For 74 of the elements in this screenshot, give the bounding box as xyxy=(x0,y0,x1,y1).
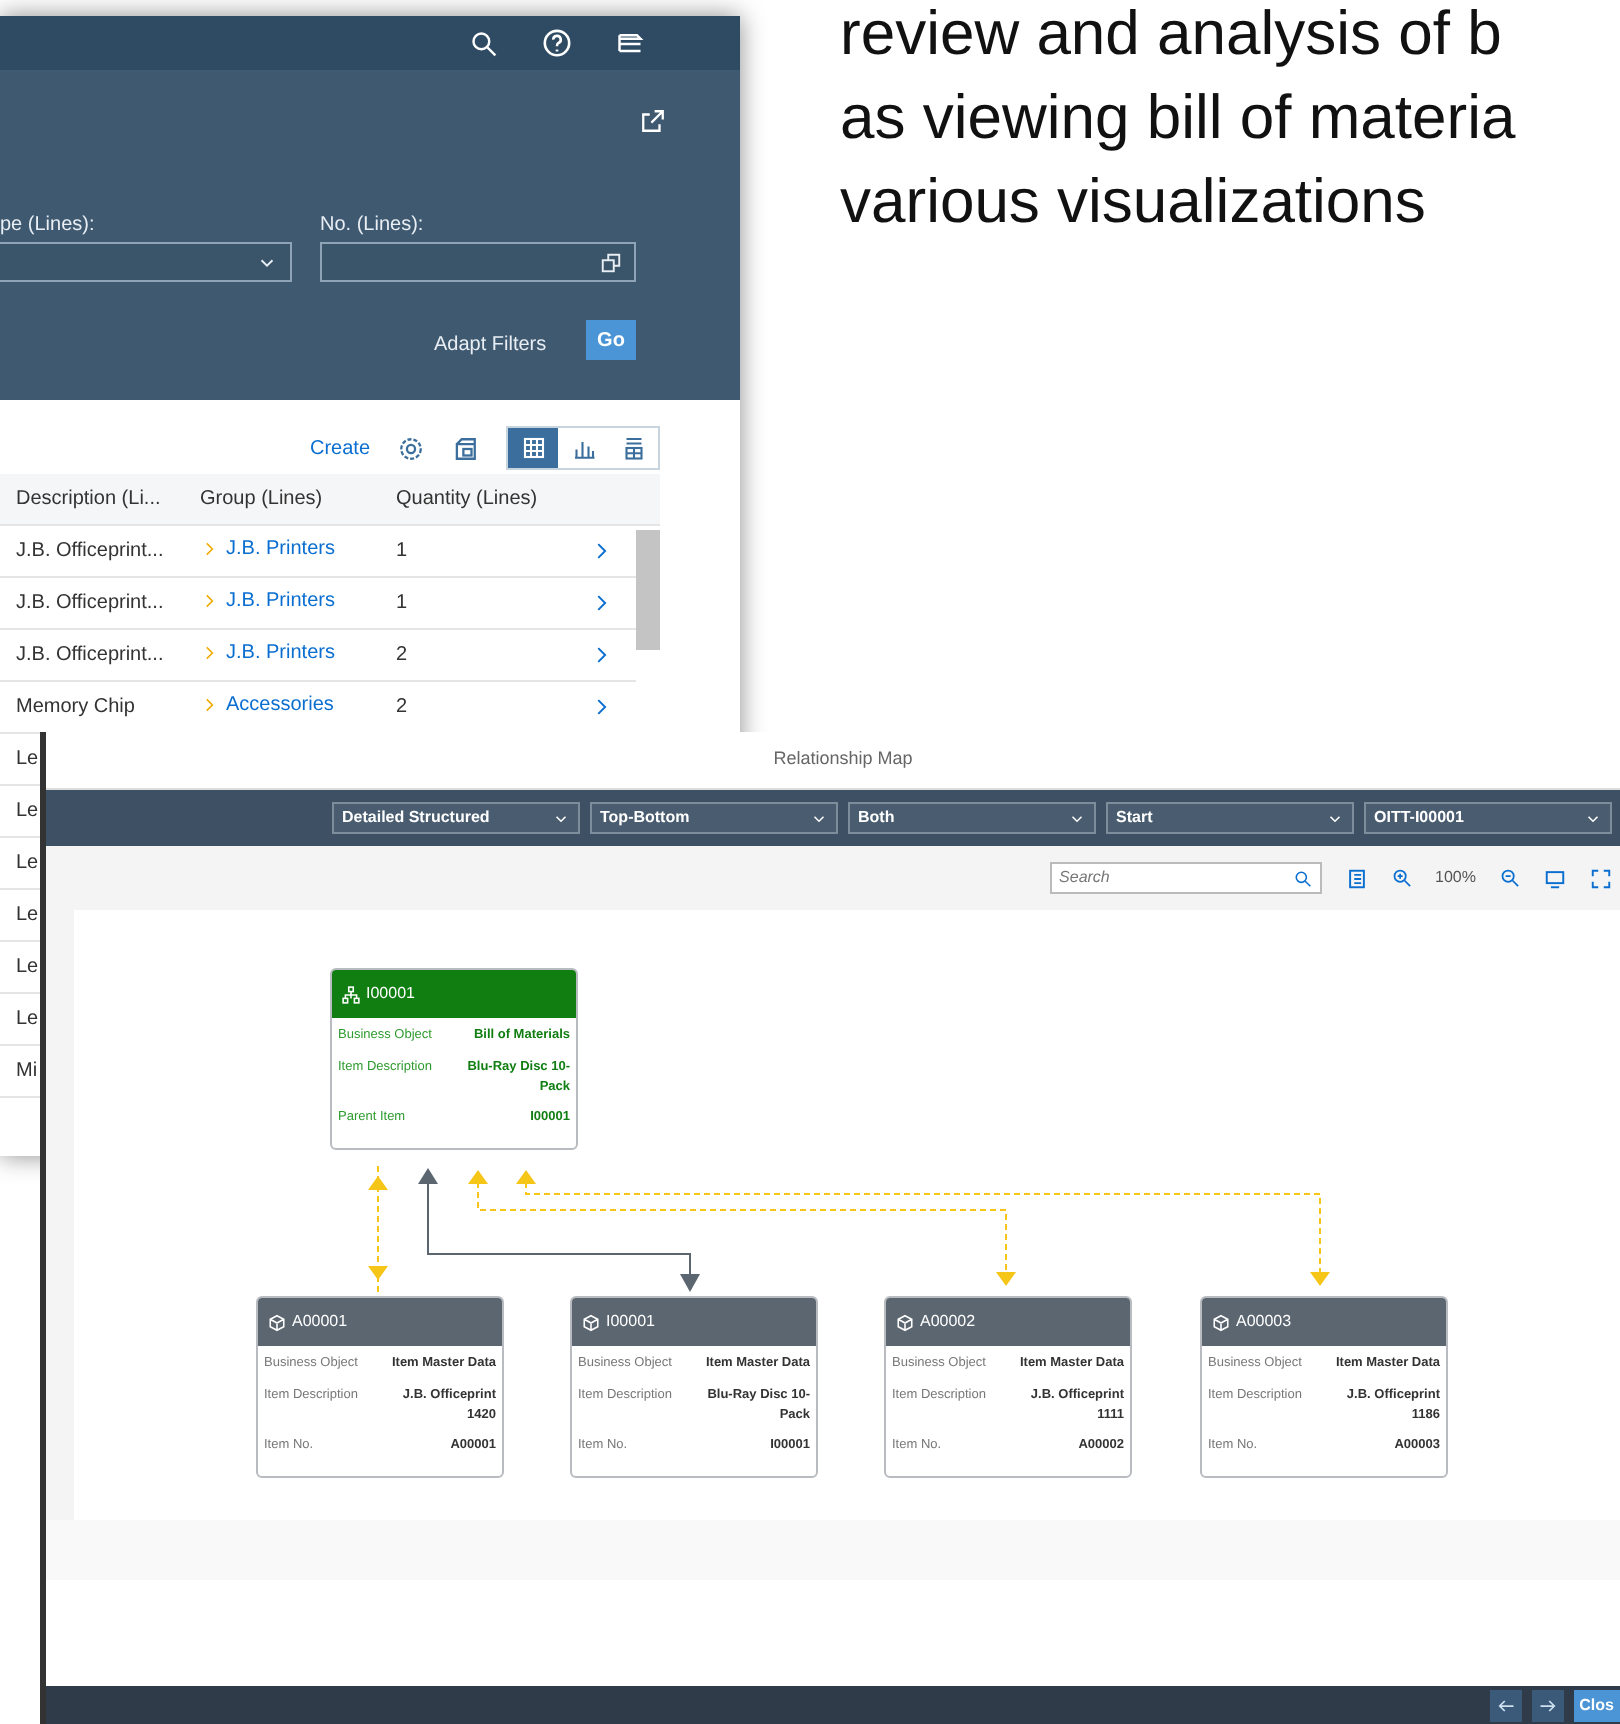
description-cell: J.B. Officeprint... xyxy=(16,540,164,562)
description-cell: Le xyxy=(16,904,39,926)
zoom-level: 100% xyxy=(1435,866,1476,890)
menu-icon[interactable] xyxy=(616,29,644,57)
node-title: I00001 xyxy=(606,1310,655,1334)
node-title: A00003 xyxy=(1236,1310,1292,1334)
grid-icon xyxy=(521,436,545,460)
share-icon[interactable] xyxy=(640,108,666,134)
search-icon xyxy=(1293,869,1312,887)
column-header: Group (Lines) xyxy=(200,486,325,514)
dropdown[interactable]: OITT-I00001 xyxy=(1364,802,1612,834)
description-cell: J.B. Officeprint... xyxy=(16,592,164,614)
description-cell: Le xyxy=(16,748,39,770)
node-title: I00001 xyxy=(366,982,415,1006)
quantity-cell: 1 xyxy=(396,540,408,562)
view-switch[interactable] xyxy=(506,426,660,470)
cube-icon xyxy=(896,1313,914,1331)
description-cell: Le xyxy=(16,1008,39,1030)
node-title: A00001 xyxy=(292,1310,348,1334)
close-button[interactable]: Clos xyxy=(1573,1689,1620,1721)
quantity-cell: 1 xyxy=(396,592,408,614)
table-view-button[interactable] xyxy=(508,428,558,468)
go-button[interactable]: Go xyxy=(586,320,636,360)
group-link[interactable]: J.B. Printers xyxy=(226,638,335,668)
search-icon[interactable] xyxy=(470,29,498,57)
monitor-icon[interactable] xyxy=(1544,867,1566,889)
right-arrow-icon xyxy=(1537,1695,1558,1715)
export-icon[interactable] xyxy=(452,435,478,461)
create-link[interactable]: Create xyxy=(309,433,370,463)
input-field[interactable] xyxy=(320,242,636,282)
filter-label: No. (Lines): xyxy=(320,212,424,240)
slide-text-line: as viewing bill of materia xyxy=(840,80,1516,156)
description-cell: Le xyxy=(16,852,39,874)
dropdown[interactable]: Detailed Structured xyxy=(332,802,580,834)
zoom-in-icon[interactable] xyxy=(1391,868,1412,888)
node-title: A00002 xyxy=(920,1310,976,1334)
back-button[interactable] xyxy=(1489,1689,1522,1721)
column-header: Description (Li... xyxy=(14,486,163,514)
dropdown[interactable]: Both xyxy=(848,802,1096,834)
scrollbar[interactable] xyxy=(636,530,660,650)
adapt-filters-button[interactable]: Adapt Filters xyxy=(434,330,547,360)
value-help-icon xyxy=(600,251,622,273)
description-cell: Memory Chip xyxy=(16,696,135,718)
description-cell: Mi xyxy=(16,1060,38,1082)
description-cell: J.B. Officeprint... xyxy=(16,644,164,666)
slide-text-line: review and analysis of b xyxy=(840,0,1504,72)
help-icon[interactable] xyxy=(542,28,572,58)
group-link[interactable]: Accessories xyxy=(226,690,334,720)
group-link[interactable]: J.B. Printers xyxy=(226,534,335,564)
filter-label: pe (Lines): xyxy=(0,212,95,240)
search-field[interactable]: Search xyxy=(1049,862,1322,894)
description-cell: Le xyxy=(16,956,39,978)
slide-text-line: various visualizations xyxy=(840,164,1428,240)
dropdown[interactable]: Start xyxy=(1106,802,1354,834)
description-cell: Le xyxy=(16,800,39,822)
dropdown-field[interactable] xyxy=(0,242,292,282)
connector-line xyxy=(368,1165,388,1297)
quantity-cell: 2 xyxy=(396,696,408,718)
group-link[interactable]: J.B. Printers xyxy=(226,586,335,616)
forward-button[interactable] xyxy=(1531,1689,1564,1721)
cube-icon xyxy=(1212,1313,1230,1331)
fullscreen-icon[interactable] xyxy=(1590,867,1612,889)
legend-icon[interactable] xyxy=(1345,867,1368,889)
table-chart-icon xyxy=(621,436,645,460)
left-arrow-icon xyxy=(1495,1695,1516,1715)
settings-icon[interactable] xyxy=(398,435,424,461)
cube-icon xyxy=(268,1313,286,1331)
cube-icon xyxy=(582,1313,600,1331)
bar-chart-icon xyxy=(571,436,595,460)
hierarchy-icon xyxy=(342,985,360,1003)
quantity-cell: 2 xyxy=(396,644,408,666)
dropdown[interactable]: Top-Bottom xyxy=(590,802,838,834)
column-header: Quantity (Lines) xyxy=(396,486,540,514)
zoom-out-icon[interactable] xyxy=(1500,868,1520,888)
